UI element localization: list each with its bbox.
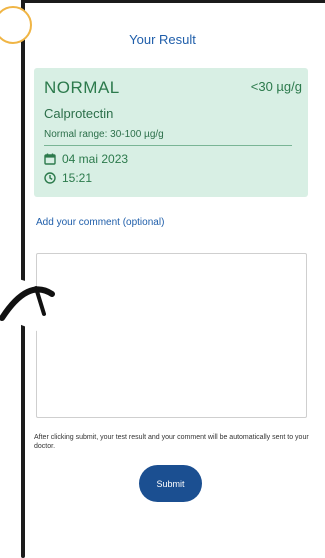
result-time: 15:21 <box>62 171 93 185</box>
device-frame-top <box>21 0 325 3</box>
result-date-row: 04 mai 2023 <box>44 152 128 166</box>
result-status: NORMAL <box>44 78 120 97</box>
submit-notice: After clicking submit, your test result … <box>34 434 309 450</box>
page-title: Your Result <box>129 32 196 47</box>
result-time-row: 15:21 <box>44 171 92 185</box>
submit-button[interactable]: Submit <box>139 465 202 502</box>
normal-range: Normal range: 30-100 µg/g <box>44 129 164 140</box>
comment-label: Add your comment (optional) <box>36 217 165 228</box>
calendar-icon <box>44 153 56 165</box>
device-frame-edge <box>21 0 25 558</box>
result-card: NORMAL <30 µg/g Calprotectin Normal rang… <box>34 68 308 197</box>
card-divider <box>44 145 292 146</box>
arc-mark <box>0 286 55 321</box>
test-name: Calprotectin <box>44 106 114 121</box>
result-date: 04 mai 2023 <box>62 152 129 166</box>
result-value: <30 µg/g <box>250 79 302 94</box>
clock-icon <box>44 172 56 184</box>
